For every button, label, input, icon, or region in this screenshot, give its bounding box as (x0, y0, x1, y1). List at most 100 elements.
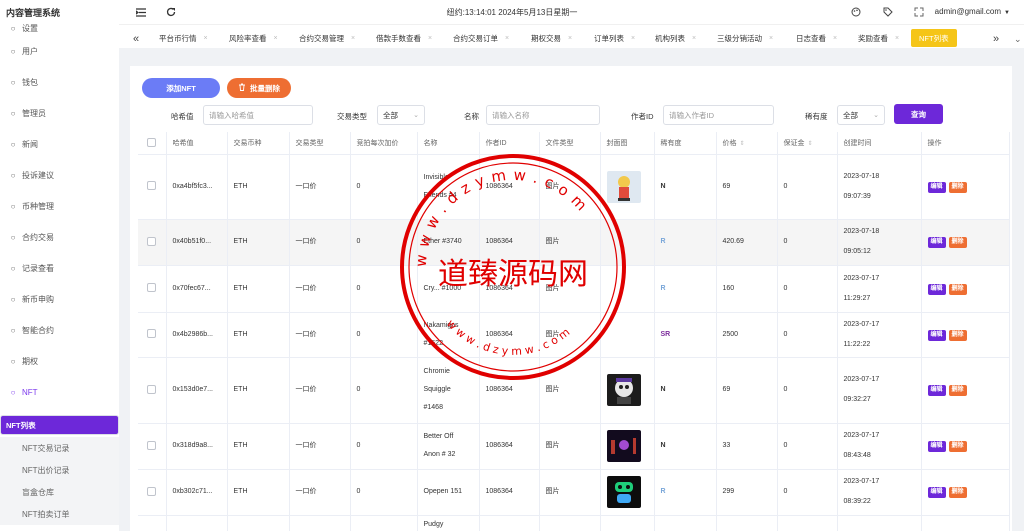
table-row[interactable]: 0x318d9a8... ETH 一口价 0 Better Off Anon # 32 1… (138, 423, 1010, 470)
sidebar-item-2[interactable]: ○ 钱包 (0, 72, 119, 92)
row-checkbox[interactable] (138, 515, 167, 531)
search-button[interactable]: 查询 (894, 104, 943, 124)
select-all-checkbox[interactable] (138, 132, 167, 155)
table-row[interactable]: 0x153d0e7... ETH 一口价 0 Chromie Squiggle #146… (138, 357, 1010, 424)
row-checkbox[interactable] (138, 312, 167, 358)
row-checkbox[interactable] (138, 219, 167, 266)
delete-button[interactable]: 删除 (948, 181, 967, 193)
tab-3[interactable]: 借款手数查看 × (376, 29, 432, 47)
sort-icon[interactable]: ⇕ (740, 141, 745, 147)
column-header-label: 交易类型 (295, 139, 324, 147)
table-row[interactable]: 0x70fec67... ETH 一口价 0 Cry... #1000 1086364 图片… (138, 265, 1010, 313)
fullscreen-icon[interactable] (912, 5, 926, 19)
tab-dropdown-icon[interactable]: ⌄ (1014, 30, 1022, 48)
column-header: 稀有度 (654, 132, 717, 155)
gear-icon: ○ (10, 24, 16, 33)
tab-11[interactable]: NFT列表 (911, 29, 957, 47)
tab-10[interactable]: 奖励查看 × (858, 29, 899, 47)
sidebar-item-10[interactable]: ○ 智能合约 (0, 320, 119, 340)
trade-type-select[interactable]: 全部 ⌄ (377, 105, 425, 125)
sidebar-item-3[interactable]: ○ 管理员 (0, 103, 119, 123)
sort-icon[interactable]: ⇕ (808, 141, 813, 147)
sidebar-subitem-2[interactable]: NFT出价记录 (0, 459, 119, 481)
sidebar-item-9[interactable]: ○ 新币申购 (0, 289, 119, 309)
sidebar-item-0[interactable]: ○ 设置 (0, 24, 119, 38)
sidebar-subitem-3[interactable]: 盲盒仓库 (0, 481, 119, 503)
delete-button[interactable]: 删除 (948, 283, 967, 295)
edit-button[interactable]: 编辑 (927, 181, 946, 193)
row-checkbox[interactable] (138, 423, 167, 470)
close-icon[interactable]: × (769, 35, 773, 42)
name-input[interactable]: 请输入名称 (486, 105, 600, 125)
sidebar-item-5[interactable]: ○ 投诉建议 (0, 165, 119, 185)
edit-button[interactable]: 编辑 (927, 329, 946, 341)
edit-button[interactable]: 编辑 (927, 237, 946, 248)
tab-1[interactable]: 风险率查看 × (229, 29, 278, 47)
sidebar-subitem-1[interactable]: NFT交易记录 (0, 437, 119, 459)
sidebar-subitem-0[interactable]: NFT列表 (0, 415, 119, 435)
tag-icon[interactable] (881, 5, 895, 19)
add-nft-button[interactable]: 添加NFT (142, 78, 220, 98)
sidebar-subitem-4[interactable]: NFT拍卖订单 (0, 503, 119, 525)
rarity-badge: N (660, 386, 666, 393)
tab-9[interactable]: 日志查看 × (796, 29, 837, 47)
table-row[interactable]: Pudgy (138, 515, 1010, 531)
delete-button[interactable]: 删除 (948, 487, 967, 498)
row-checkbox[interactable] (138, 265, 167, 313)
delete-button[interactable]: 删除 (948, 385, 967, 396)
delete-button[interactable]: 删除 (948, 329, 967, 341)
sidebar-item-4[interactable]: ○ 新闻 (0, 134, 119, 154)
cell-type: 一口价 (289, 154, 351, 220)
tab-scroll-right-icon[interactable]: » (993, 30, 999, 48)
delete-button[interactable]: 删除 (948, 441, 967, 452)
tab-6[interactable]: 订单列表 × (594, 29, 635, 47)
hash-input[interactable]: 请输入哈希值 (203, 105, 313, 125)
close-icon[interactable]: × (204, 35, 208, 42)
close-icon[interactable]: × (833, 35, 837, 42)
close-icon[interactable]: × (428, 35, 432, 42)
rarity-select[interactable]: 全部 ⌄ (837, 105, 885, 125)
cell-rarity: SR (654, 312, 717, 358)
user-menu[interactable]: admin@gmail.com ▼ (935, 7, 1010, 16)
edit-button[interactable]: 编辑 (927, 441, 946, 452)
sidebar-item-6[interactable]: ○ 币种管理 (0, 196, 119, 216)
tab-4[interactable]: 合约交易订单 × (453, 29, 509, 47)
cell-deposit: 0 (777, 423, 838, 470)
batch-delete-button[interactable]: 批量删除 (227, 78, 291, 98)
close-icon[interactable]: × (692, 35, 696, 42)
sidebar-item-1[interactable]: ○ 用户 (0, 41, 119, 61)
sidebar-item-11[interactable]: ○ 期权 (0, 351, 119, 371)
edit-button[interactable]: 编辑 (927, 487, 946, 498)
column-header[interactable]: 保证金 ⇕ (777, 132, 838, 155)
tab-7[interactable]: 机构列表 × (655, 29, 696, 47)
cover-image (600, 515, 655, 531)
close-icon[interactable]: × (351, 35, 355, 42)
close-icon[interactable]: × (505, 35, 509, 42)
tab-8[interactable]: 三级分销活动 × (717, 29, 773, 47)
sidebar-item-7[interactable]: ○ 合约交易 (0, 227, 119, 247)
cell-hash: 0xb302c71... (166, 469, 228, 516)
close-icon[interactable]: × (568, 35, 572, 42)
tab-scroll-left-icon[interactable]: « (133, 30, 139, 48)
row-checkbox[interactable] (138, 469, 167, 516)
delete-button[interactable]: 删除 (948, 237, 967, 248)
tab-5[interactable]: 期权交易 × (531, 29, 572, 47)
edit-button[interactable]: 编辑 (927, 385, 946, 396)
tab-2[interactable]: 合约交易管理 × (299, 29, 355, 47)
palette-icon[interactable] (849, 5, 863, 19)
row-checkbox[interactable] (138, 357, 167, 424)
table-row[interactable]: 0x40b51f0... ETH 一口价 0 Ether #3740 1086364 图片 R… (138, 219, 1010, 266)
table-row[interactable]: 0x4b2986b... ETH 一口价 0 Nakamigos #1622 108636… (138, 312, 1010, 358)
column-header[interactable]: 价格 ⇕ (716, 132, 778, 155)
table-row[interactable]: 0xb302c71... ETH 一口价 0 Opepen 151 1086364 图片 R 2… (138, 469, 1010, 516)
close-icon[interactable]: × (895, 35, 899, 42)
close-icon[interactable]: × (274, 35, 278, 42)
sidebar-item-12[interactable]: ○ NFT (0, 382, 119, 402)
edit-button[interactable]: 编辑 (927, 283, 946, 295)
author-id-input[interactable]: 请输入作者ID (663, 105, 774, 125)
tab-0[interactable]: 平台币行情 × (159, 29, 208, 47)
close-icon[interactable]: × (631, 35, 635, 42)
sidebar-item-8[interactable]: ○ 记录查看 (0, 258, 119, 278)
table-row[interactable]: 0xa4bf5fc3... ETH 一口价 0 Invisible Friends #4… (138, 154, 1010, 220)
row-checkbox[interactable] (138, 154, 167, 220)
